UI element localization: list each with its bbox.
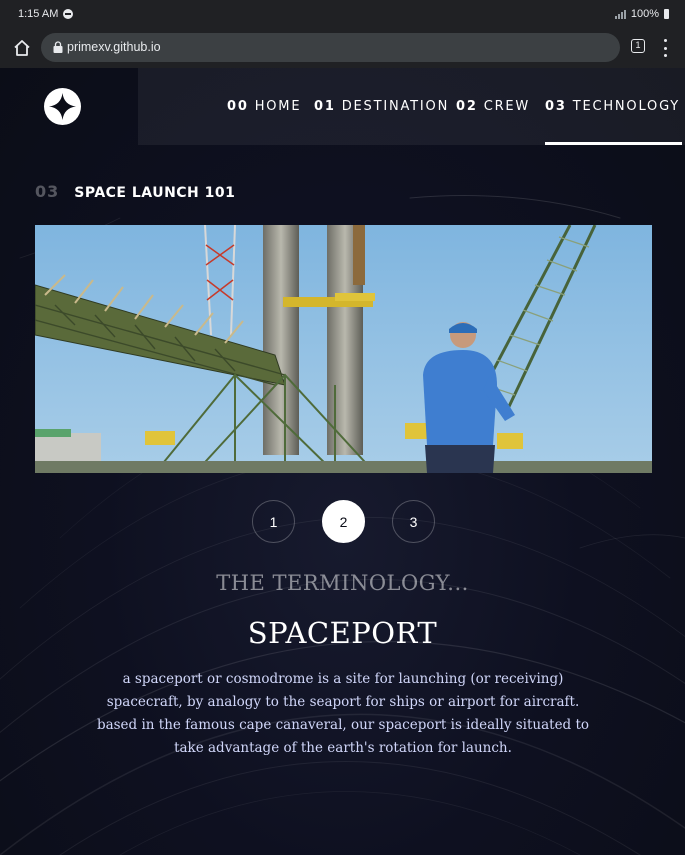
status-right: 100%	[614, 8, 669, 20]
section-heading: 03 SPACE LAUNCH 101	[35, 182, 235, 201]
nav-destination[interactable]: 01 DESTINATION	[314, 68, 449, 145]
technology-name: SPACEPORT	[247, 616, 438, 650]
tab-switcher-button[interactable]: 1	[631, 39, 645, 53]
technology-description: a spaceport or cosmodrome is a site for …	[96, 671, 590, 756]
address-bar[interactable]: primexv.github.io	[41, 33, 620, 62]
battery-icon	[664, 9, 669, 19]
main-nav: 00 HOME 01 DESTINATION 02 CREW 03 TECHNOLOGY	[138, 68, 685, 145]
signal-icon	[614, 9, 626, 19]
nav-technology[interactable]: 03 TECHNOLOGY	[545, 68, 683, 145]
status-bar: 1:15 AM 100%	[0, 0, 685, 28]
browser-toolbar: primexv.github.io 1	[0, 28, 685, 68]
slide-pager: 1 2 3	[252, 500, 435, 544]
section-title: SPACE LAUNCH 101	[74, 185, 236, 201]
star-logo-icon	[49, 93, 76, 120]
status-time: 1:15 AM	[18, 8, 59, 20]
home-icon[interactable]	[12, 38, 32, 58]
slide-button-2[interactable]: 2	[322, 500, 365, 543]
browser-menu-icon[interactable]	[662, 39, 668, 57]
logo[interactable]	[44, 88, 81, 125]
battery-percent: 100%	[630, 8, 659, 20]
nav-home[interactable]: 00 HOME	[227, 68, 301, 145]
do-not-disturb-icon	[63, 9, 74, 19]
site-header: 00 HOME 01 DESTINATION 02 CREW 03 TECHNOLOGY	[0, 68, 685, 145]
page: 00 HOME 01 DESTINATION 02 CREW 03 TECHNOLOGY…	[0, 68, 685, 855]
slide-button-1[interactable]: 1	[252, 500, 295, 543]
url-text: primexv.github.io	[67, 40, 161, 54]
spaceport-image	[35, 225, 652, 473]
status-left: 1:15 AM	[18, 8, 74, 20]
terminology-eyebrow: THE TERMINOLOGY...	[216, 571, 469, 595]
slide-button-3[interactable]: 3	[392, 500, 435, 543]
lock-icon	[53, 41, 63, 53]
section-number: 03	[35, 182, 60, 201]
nav-crew[interactable]: 02 CREW	[456, 68, 530, 145]
